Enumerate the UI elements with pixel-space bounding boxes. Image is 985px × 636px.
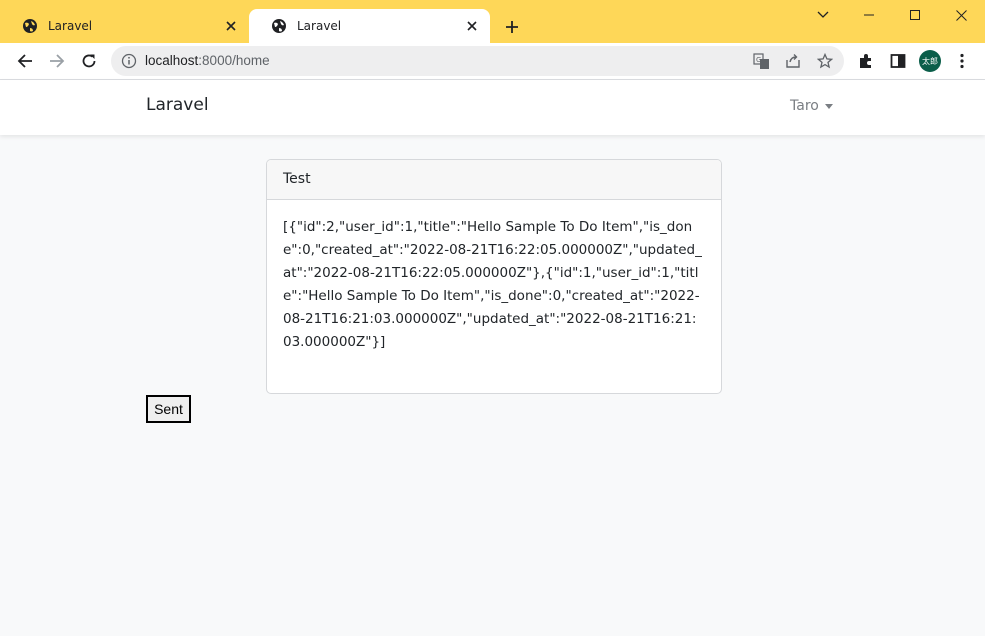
caret-down-icon	[824, 103, 833, 109]
url-path: :8000/home	[198, 53, 270, 68]
close-icon[interactable]	[464, 18, 480, 34]
forward-icon[interactable]	[43, 47, 71, 75]
app-navbar: Laravel Taro	[0, 80, 985, 135]
browser-toolbar: localhost:8000/home G 太郎	[0, 43, 985, 79]
svg-text:G: G	[756, 56, 761, 64]
address-bar[interactable]: localhost:8000/home G	[111, 46, 844, 76]
user-dropdown[interactable]: Taro	[790, 98, 833, 114]
user-name: Taro	[790, 98, 819, 114]
menu-icon[interactable]	[950, 49, 974, 73]
reload-icon[interactable]	[75, 47, 103, 75]
tab-laravel-1[interactable]: Laravel	[0, 9, 249, 43]
avatar[interactable]: 太郎	[919, 50, 941, 72]
url-host: localhost	[145, 53, 199, 68]
card: Test [{"id":2,"user_id":1,"title":"Hello…	[266, 159, 722, 394]
translate-icon[interactable]: G	[752, 52, 770, 70]
tab-strip: Laravel Laravel	[0, 0, 985, 43]
chevron-down-icon[interactable]	[800, 0, 846, 30]
card-header: Test	[267, 160, 721, 200]
maximize-icon[interactable]	[892, 0, 938, 30]
brand-link[interactable]: Laravel	[146, 95, 209, 115]
star-icon[interactable]	[816, 52, 834, 70]
close-icon[interactable]	[223, 18, 239, 34]
back-icon[interactable]	[11, 47, 39, 75]
url-text: localhost:8000/home	[145, 53, 270, 68]
window-close-icon[interactable]	[938, 0, 984, 30]
extensions-icon[interactable]	[854, 49, 878, 73]
side-panel-icon[interactable]	[886, 49, 910, 73]
info-icon[interactable]	[121, 53, 137, 69]
globe-icon	[271, 18, 287, 34]
share-icon[interactable]	[784, 52, 802, 70]
card-body: [{"id":2,"user_id":1,"title":"Hello Samp…	[283, 219, 702, 350]
globe-icon	[22, 18, 38, 34]
tab-title: Laravel	[48, 19, 93, 33]
tab-laravel-2[interactable]: Laravel	[249, 9, 490, 43]
plus-icon[interactable]	[500, 15, 524, 39]
tab-title: Laravel	[297, 19, 342, 33]
minimize-icon[interactable]	[846, 0, 892, 30]
sent-button[interactable]: Sent	[146, 395, 191, 423]
